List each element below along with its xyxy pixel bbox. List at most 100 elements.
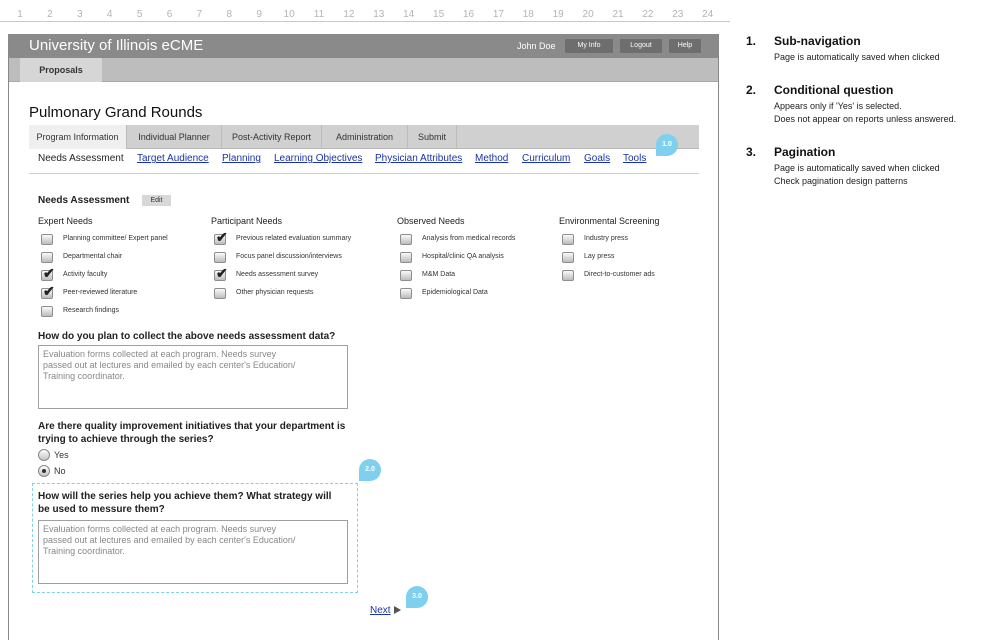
checkbox-label: Previous related evaluation summary [236, 235, 352, 242]
needs-column-header: Observed Needs [397, 216, 465, 226]
ruler-number: 15 [433, 9, 445, 20]
needs-assessment-title: Needs Assessment [38, 195, 130, 206]
collection-question: How do you plan to collect the above nee… [38, 331, 336, 342]
next-link[interactable]: Next [370, 605, 391, 616]
radio-no-label: No [54, 466, 66, 476]
subnav-learning-objectives[interactable]: Learning Objectives [274, 153, 362, 164]
logout-button[interactable]: Logout [620, 39, 662, 53]
checkbox-label: Needs assessment survey [236, 271, 319, 278]
callout-marker-3: 3.0 [406, 586, 428, 608]
ruler-number: 2 [47, 9, 53, 20]
ruler-number: 22 [642, 9, 654, 20]
strategy-answer-textarea[interactable]: Evaluation forms collected at each progr… [38, 520, 348, 584]
checkbox[interactable] [214, 252, 226, 263]
subnav-curriculum[interactable]: Curriculum [522, 153, 570, 164]
my-info-button[interactable]: My Info [565, 39, 613, 53]
subnav-tools[interactable]: Tools [623, 153, 646, 164]
checkbox[interactable] [562, 270, 574, 281]
checkbox-label: Direct-to-customer ads [584, 271, 655, 278]
ruler-number: 21 [612, 9, 624, 20]
checkbox-label: Peer-reviewed literature [63, 289, 138, 296]
edit-button[interactable]: Edit [142, 195, 171, 206]
note-text: Does not appear on reports unless answer… [774, 114, 957, 124]
tab-program-information[interactable]: Program Information [29, 125, 127, 149]
tab-post-activity-report[interactable]: Post-Activity Report [222, 125, 322, 149]
title-bar: University of Illinois eCME John Doe My … [9, 34, 718, 58]
checkbox[interactable] [400, 252, 412, 263]
radio-selected-dot [42, 469, 46, 473]
subnav-method[interactable]: Method [475, 153, 508, 164]
note-number: 2. [746, 83, 757, 97]
checkbox[interactable] [214, 288, 226, 299]
ruler-number: 4 [106, 9, 113, 20]
checkbox[interactable] [41, 306, 53, 317]
subnav-physician-attributes[interactable]: Physician Attributes [375, 153, 462, 164]
note-text: Page is automatically saved when clicked [774, 163, 940, 173]
checkbox[interactable]: ✔ [41, 284, 55, 299]
ruler-number: 17 [492, 9, 504, 20]
note-title: Sub-navigation [774, 34, 861, 48]
checkbox[interactable] [400, 234, 412, 245]
note-title: Conditional question [774, 83, 894, 97]
checkbox[interactable] [400, 270, 412, 281]
ruler-number: 9 [256, 9, 262, 20]
checkbox-label: Research findings [63, 307, 120, 314]
checkmark-icon: ✔ [43, 283, 55, 299]
note-title: Pagination [774, 145, 836, 159]
needs-column-header: Participant Needs [211, 216, 283, 226]
checkbox-label: Industry press [584, 235, 628, 242]
checkbox-label: M&M Data [422, 271, 456, 278]
note-number: 1. [746, 34, 757, 48]
checkbox-label: Focus panel discussion/interviews [236, 253, 342, 260]
collection-answer-textarea[interactable]: Evaluation forms collected at each progr… [38, 345, 348, 409]
subnav-needs-assessment[interactable]: Needs Assessment [38, 153, 124, 164]
ruler-number: 19 [552, 9, 564, 20]
callout-marker-1: 1.0 [656, 134, 678, 156]
checkbox[interactable]: ✔ [214, 266, 228, 281]
note-text: Page is automatically saved when clicked [774, 52, 940, 62]
quality-question: Are there quality improvement initiative… [38, 421, 346, 445]
ruler-number: 1 [17, 9, 23, 20]
checkbox-label: Planning committee/ Expert panel [63, 235, 168, 242]
subnav-planning[interactable]: Planning [222, 153, 261, 164]
user-name: John Doe [517, 41, 556, 51]
ruler-number: 3 [77, 9, 83, 20]
needs-column-header: Expert Needs [38, 216, 93, 226]
page-title: Pulmonary Grand Rounds [29, 104, 203, 121]
tab-proposals[interactable]: Proposals [20, 58, 102, 82]
ruler-number: 23 [672, 9, 684, 20]
app-title: University of Illinois eCME [29, 37, 204, 54]
checkbox-label: Hospital/clinic QA analysis [422, 253, 504, 260]
checkbox-label: Analysis from medical records [422, 235, 516, 242]
ruler-number: 16 [462, 9, 475, 20]
strategy-question: How will the series help you achieve the… [38, 491, 332, 515]
checkbox[interactable] [41, 234, 53, 245]
next-arrow-icon[interactable] [394, 606, 401, 614]
section-tab-bar: Proposals [9, 58, 718, 82]
ruler-number: 8 [226, 9, 233, 20]
radio-yes-label: Yes [54, 450, 69, 460]
tab-administration[interactable]: Administration [322, 125, 408, 149]
main-tab-bar: Program Information Individual Planner P… [29, 125, 699, 149]
tab-submit[interactable]: Submit [408, 125, 457, 149]
checkbox[interactable] [400, 288, 412, 299]
note-text: Check pagination design patterns [774, 176, 908, 186]
radio-no-button[interactable] [38, 465, 50, 477]
checkbox-label: Activity faculty [63, 271, 108, 278]
checkbox-label: Lay press [584, 253, 615, 260]
checkbox[interactable] [41, 252, 53, 263]
ruler-number: 7 [196, 9, 203, 20]
checkbox[interactable]: ✔ [214, 230, 228, 245]
needs-column-header: Environmental Screening [559, 216, 660, 226]
subnav-target-audience[interactable]: Target Audience [137, 153, 209, 164]
tab-individual-planner[interactable]: Individual Planner [127, 125, 222, 149]
checkmark-icon: ✔ [216, 265, 228, 281]
radio-yes-button[interactable] [38, 449, 50, 461]
checkbox[interactable] [562, 252, 574, 263]
checkbox[interactable]: ✔ [41, 266, 55, 281]
help-button[interactable]: Help [669, 39, 701, 53]
ruler-number: 13 [373, 9, 385, 20]
checkbox[interactable] [562, 234, 574, 245]
ruler-number: 10 [283, 9, 295, 20]
subnav-goals[interactable]: Goals [584, 153, 610, 164]
